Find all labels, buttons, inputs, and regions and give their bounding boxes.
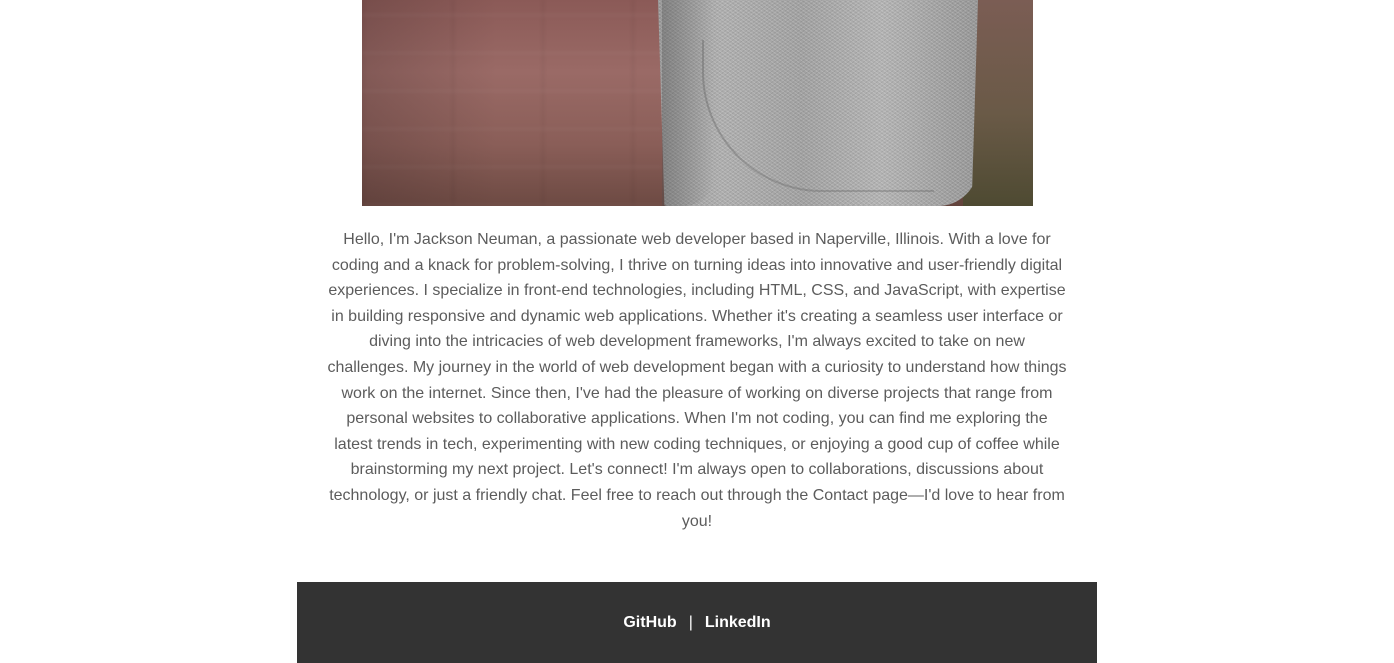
github-link[interactable]: GitHub	[623, 614, 676, 632]
photo-background-bricks	[362, 0, 662, 206]
linkedin-link[interactable]: LinkedIn	[705, 614, 771, 632]
bio-paragraph: Hello, I'm Jackson Neuman, a passionate …	[327, 231, 1067, 530]
profile-photo	[362, 0, 1033, 206]
page: Hello, I'm Jackson Neuman, a passionate …	[0, 0, 1394, 663]
footer-separator: |	[688, 613, 693, 631]
site-footer: GitHub | LinkedIn	[297, 582, 1097, 663]
